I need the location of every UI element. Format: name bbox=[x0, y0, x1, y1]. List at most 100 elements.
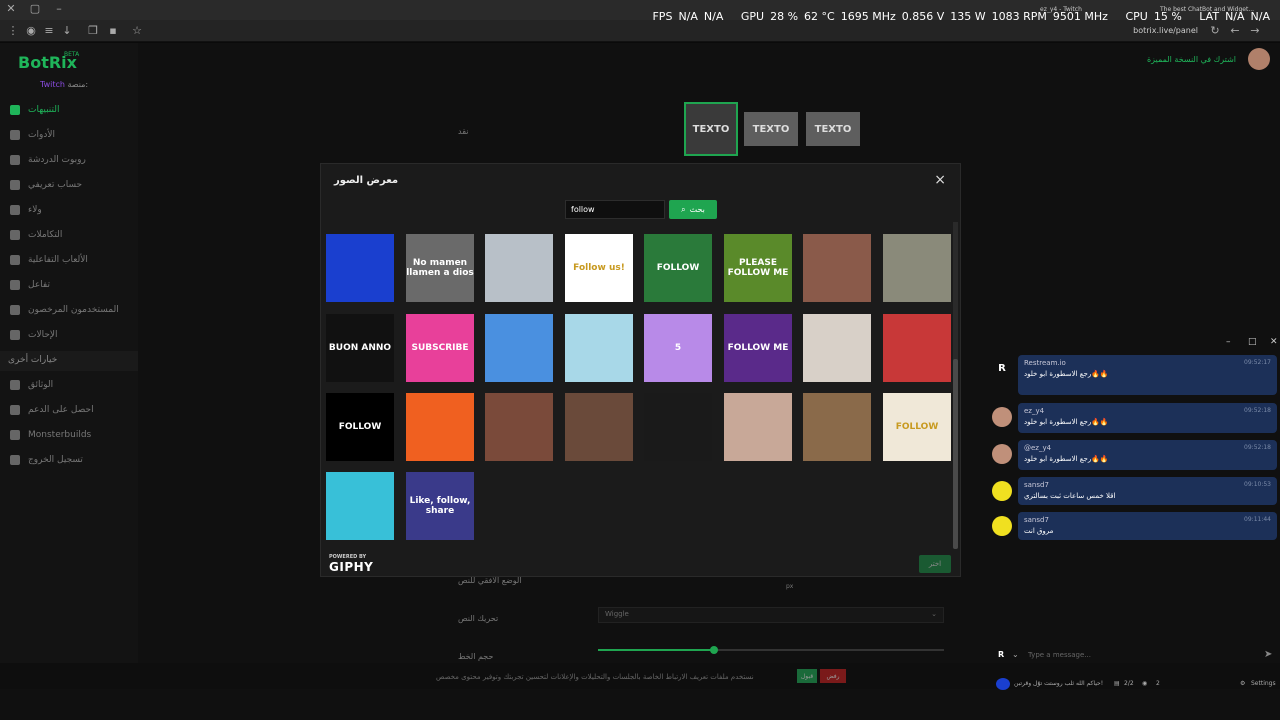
chevron-down-icon[interactable]: ⌄ bbox=[1012, 650, 1019, 659]
gif-anime-kids[interactable] bbox=[565, 314, 633, 382]
gif-guitar-man[interactable] bbox=[565, 393, 633, 461]
sidebar-item[interactable]: التنبيهات bbox=[10, 101, 130, 119]
sidebar-item[interactable]: المستخدمون المرخصون bbox=[10, 301, 130, 319]
gif-search-input[interactable] bbox=[565, 200, 665, 219]
chat-time: 09:10:53 bbox=[1244, 481, 1271, 488]
chat-avatar bbox=[992, 516, 1012, 536]
texto-option-2[interactable]: TEXTO bbox=[744, 112, 798, 146]
chat-text: رجع الاسطورة ابو خلود bbox=[1024, 418, 1092, 426]
premium-promo-link[interactable]: اشترك في النسخة المميزة bbox=[1147, 55, 1236, 64]
menu-dots-icon[interactable]: ⋮ bbox=[6, 24, 20, 38]
sidebar-other-item[interactable]: احصل على الدعم bbox=[10, 401, 130, 419]
sidebar-item-label: تفاعل bbox=[28, 280, 50, 290]
chat-maximize-icon[interactable]: □ bbox=[1248, 337, 1257, 347]
gif-subscribe[interactable]: SUBSCRIBE bbox=[406, 314, 474, 382]
forward-icon[interactable]: → bbox=[1248, 24, 1262, 38]
gif-caption: 5 bbox=[674, 343, 682, 353]
chat-author[interactable]: sansd7 bbox=[1024, 481, 1271, 489]
gif-bird[interactable] bbox=[326, 472, 394, 540]
select-button[interactable]: اختر bbox=[919, 555, 951, 573]
gif-monster-face[interactable] bbox=[883, 234, 951, 302]
gif-south-park[interactable] bbox=[803, 234, 871, 302]
gif-clown[interactable] bbox=[883, 314, 951, 382]
gif-robot-plant[interactable] bbox=[406, 393, 474, 461]
user-avatar[interactable] bbox=[1248, 48, 1270, 70]
sidebar-item-icon bbox=[10, 330, 20, 340]
gif-dark-man[interactable] bbox=[644, 393, 712, 461]
beta-badge: BETA bbox=[64, 51, 80, 58]
gif-grid-scroll-thumb[interactable] bbox=[953, 359, 958, 549]
chat-settings-label[interactable]: Settings bbox=[1251, 680, 1276, 687]
gif-please-follow-me[interactable]: PLEASE FOLLOW ME bbox=[724, 234, 792, 302]
cookie-accept-button[interactable]: قبول bbox=[797, 669, 817, 683]
texto-option-1[interactable]: TEXTO bbox=[684, 102, 738, 156]
chat-message: @ez_y4 09:52:18 رجع الاسطورة ابو خلود🔥🔥 bbox=[1018, 440, 1277, 470]
chat-minimize-icon[interactable]: – bbox=[1226, 337, 1231, 347]
chat-close-icon[interactable]: ✕ bbox=[1270, 337, 1278, 347]
sidebar-other-item[interactable]: تسجيل الخروج bbox=[10, 451, 130, 469]
gif-follow-badge[interactable]: FOLLOW bbox=[644, 234, 712, 302]
gif-buon-anno[interactable]: BUON ANNO bbox=[326, 314, 394, 382]
sidebar-other-item[interactable]: الوثائق bbox=[10, 376, 130, 394]
gif-sky[interactable] bbox=[485, 314, 553, 382]
gif-follow-us[interactable]: Follow us! bbox=[565, 234, 633, 302]
restream-icon[interactable]: R bbox=[998, 650, 1004, 659]
gif-ghost-heart[interactable]: 5 bbox=[644, 314, 712, 382]
star-icon[interactable]: ☆ bbox=[130, 24, 144, 38]
download-icon[interactable]: ↓ bbox=[60, 24, 74, 38]
gif-blue-gradient[interactable] bbox=[326, 234, 394, 302]
gif-grid: No mamen llamen a dios Follow us! FOLLOW PL… bbox=[321, 222, 957, 550]
sidebar-item[interactable]: الألعاب التفاعلية bbox=[10, 251, 130, 269]
reload-icon[interactable]: ↻ bbox=[1208, 24, 1222, 38]
sidebar-item[interactable]: الإحالات bbox=[10, 326, 130, 344]
gif-caption: SUBSCRIBE bbox=[411, 343, 469, 353]
gif-movie-scene[interactable] bbox=[485, 393, 553, 461]
gif-anime-group[interactable] bbox=[803, 314, 871, 382]
restore-window-icon[interactable]: ▢ bbox=[28, 2, 42, 16]
texto-option-3[interactable]: TEXTO bbox=[806, 112, 860, 146]
sidebar-item[interactable]: تفاعل bbox=[10, 276, 130, 294]
gif-seal[interactable]: No mamen llamen a dios bbox=[406, 234, 474, 302]
sidebar-item[interactable]: حساب تعريفي bbox=[10, 176, 130, 194]
translate-icon[interactable]: ≡ bbox=[42, 24, 56, 38]
gif-fox-follow[interactable]: FOLLOW bbox=[883, 393, 951, 461]
back-icon[interactable]: ← bbox=[1228, 24, 1242, 38]
chat-author[interactable]: @ez_y4 bbox=[1024, 444, 1271, 452]
url-bar[interactable]: botrix.live/panel bbox=[1133, 26, 1198, 35]
search-button[interactable]: ⌕ بحث bbox=[669, 200, 717, 219]
close-icon[interactable]: × bbox=[934, 172, 946, 188]
chat-author[interactable]: Restream.io bbox=[1024, 359, 1271, 367]
copy-icon[interactable]: ❐ bbox=[86, 24, 100, 38]
chat-author[interactable]: sansd7 bbox=[1024, 516, 1271, 524]
send-icon[interactable]: ➤ bbox=[1264, 649, 1272, 660]
sidebar-item-icon bbox=[10, 405, 20, 415]
notification-icon[interactable]: ▪ bbox=[106, 24, 120, 38]
minimize-window-icon[interactable]: – bbox=[52, 2, 66, 16]
gif-penguin[interactable] bbox=[485, 234, 553, 302]
sidebar-item[interactable]: روبوت الدردشة bbox=[10, 151, 130, 169]
sidebar-item-icon bbox=[10, 305, 20, 315]
sidebar-item[interactable]: ولاء bbox=[10, 201, 130, 219]
gear-icon[interactable]: ⚙ bbox=[1240, 680, 1245, 687]
lat-label: LAT bbox=[1199, 10, 1220, 23]
gif-like-follow-share[interactable]: Like, follow, share bbox=[406, 472, 474, 540]
sidebar-item-label: احصل على الدعم bbox=[28, 405, 94, 415]
sidebar-other-item[interactable]: Monsterbuilds bbox=[10, 426, 130, 444]
gif-man-thumbs[interactable] bbox=[724, 393, 792, 461]
chat-input[interactable]: Type a message... bbox=[1028, 651, 1091, 659]
extension-icon[interactable]: ◉ bbox=[24, 24, 38, 38]
gif-follow-me-bear[interactable]: FOLLOW ME bbox=[724, 314, 792, 382]
gif-follow-box[interactable]: FOLLOW bbox=[326, 393, 394, 461]
chat-time: 09:11:44 bbox=[1244, 516, 1271, 523]
close-window-icon[interactable]: ✕ bbox=[4, 2, 18, 16]
sidebar-item[interactable]: التكاملات bbox=[10, 226, 130, 244]
gif-office-scene[interactable] bbox=[803, 393, 871, 461]
chat-author[interactable]: ez_y4 bbox=[1024, 407, 1271, 415]
font-size-slider-knob[interactable] bbox=[710, 646, 718, 654]
cookie-reject-button[interactable]: رفض bbox=[820, 669, 846, 683]
sidebar-item-label: ولاء bbox=[28, 205, 42, 215]
gpu-label: GPU bbox=[740, 10, 765, 23]
animation-select[interactable]: Wiggle ⌄ bbox=[598, 607, 944, 623]
sidebar-item[interactable]: الأدوات bbox=[10, 126, 130, 144]
sidebar-item-icon bbox=[10, 380, 20, 390]
